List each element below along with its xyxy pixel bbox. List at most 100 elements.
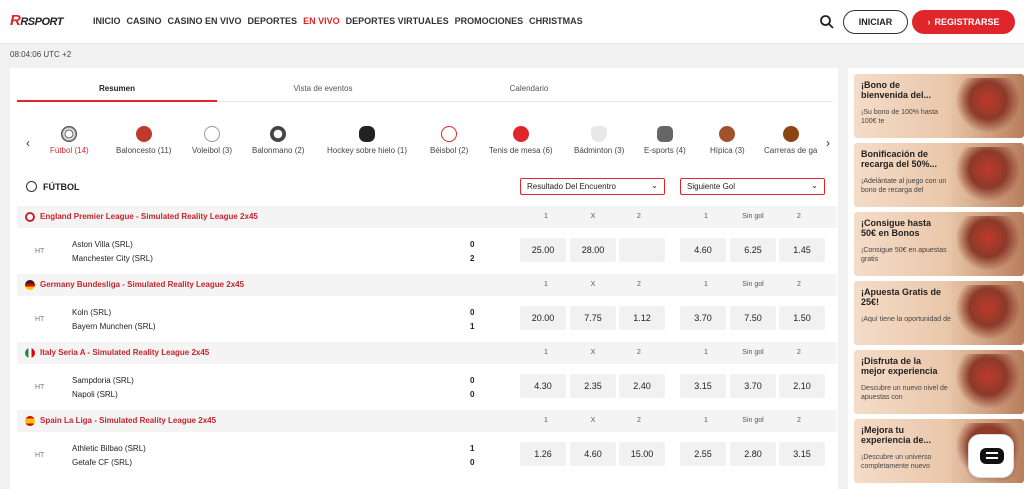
promo-card[interactable]: ¡Bono de bienvenida del... ¡Su bono de 10… [854, 74, 1024, 138]
promo-title: ¡Mejora tu experiencia de... [861, 425, 932, 445]
odd-button[interactable] [619, 238, 665, 262]
home-score: 0 [470, 240, 475, 249]
sport-badminton[interactable]: Bádminton (3) [574, 126, 624, 155]
odd-button[interactable]: 3.70 [730, 374, 776, 398]
register-label: REGISTRARSE [934, 17, 1000, 27]
sport-label: Béisbol (2) [430, 146, 469, 155]
match-row[interactable]: HT Sampdoria (SRL) Napoli (SRL) 0 0 4.30… [17, 366, 837, 412]
odd-button[interactable]: 3.70 [680, 306, 726, 330]
promo-image [956, 78, 1020, 134]
col-header: 2 [637, 281, 641, 288]
odd-button[interactable]: 1.26 [520, 442, 566, 466]
horse-racing-icon [719, 126, 736, 142]
col-header: 1 [544, 281, 548, 288]
sport-baloncesto[interactable]: Baloncesto (11) [116, 126, 171, 155]
chevron-down-icon: ⌄ [651, 181, 658, 190]
tab-calendario[interactable]: Calendario [429, 84, 629, 93]
login-button[interactable]: INICIAR [843, 10, 908, 34]
league-name: Spain La Liga - Simulated Reality League… [40, 416, 217, 425]
odd-button[interactable]: 20.00 [520, 306, 566, 330]
market-select-1[interactable]: Resultado Del Encuentro ⌄ [520, 178, 665, 195]
col-header: 1 [704, 417, 708, 424]
promo-image [956, 216, 1020, 272]
gamepad-icon [656, 126, 673, 142]
chevron-right-icon[interactable]: › [826, 136, 830, 150]
odd-button[interactable]: 28.00 [570, 238, 616, 262]
odd-button[interactable]: 6.25 [730, 238, 776, 262]
odd-button[interactable]: 2.55 [680, 442, 726, 466]
col-header: 2 [637, 349, 641, 356]
match-row[interactable]: HT Athletic Bilbao (SRL) Getafe CF (SRL)… [17, 434, 837, 480]
odd-button[interactable]: 4.30 [520, 374, 566, 398]
volleyball-icon [204, 126, 221, 142]
league-header[interactable]: Spain La Liga - Simulated Reality League… [17, 410, 837, 432]
promo-card[interactable]: ¡Disfruta de la mejor experiencia Descubr… [854, 350, 1024, 414]
sport-carreras-galgos[interactable]: Carreras de ga [764, 126, 817, 155]
col-header: 2 [637, 417, 641, 424]
odd-button[interactable]: 2.40 [619, 374, 665, 398]
nav-en-vivo[interactable]: EN VIVO [303, 16, 340, 26]
col-header: 1 [704, 349, 708, 356]
odd-button[interactable]: 2.35 [570, 374, 616, 398]
odd-button[interactable]: 7.75 [570, 306, 616, 330]
logo-mark: R [10, 12, 21, 29]
match-row[interactable]: HT Aston Villa (SRL) Manchester City (SR… [17, 230, 837, 276]
sport-beisbol[interactable]: Béisbol (2) [430, 126, 468, 155]
odd-button[interactable]: 1.50 [779, 306, 825, 330]
germany-flag-icon [25, 280, 35, 290]
odd-button[interactable]: 3.15 [779, 442, 825, 466]
register-button[interactable]: › REGISTRARSE [912, 10, 1015, 34]
league-header[interactable]: Germany Bundesliga - Simulated Reality L… [17, 274, 837, 296]
promo-card[interactable]: ¡Consigue hasta 50€ en Bonos ¡Consigue 50… [854, 212, 1024, 276]
hockey-puck-icon [359, 126, 376, 142]
sport-label: Baloncesto (11) [116, 146, 172, 155]
nav-christmas[interactable]: CHRISTMAS [529, 16, 583, 26]
match-row[interactable]: HT Koln (SRL) Bayern Munchen (SRL) 0 1 2… [17, 298, 837, 344]
promo-card[interactable]: Bonificación de recarga del 50%... ¡Adelá… [854, 143, 1024, 207]
league-name: England Premier League - Simulated Reali… [40, 212, 258, 221]
league-header[interactable]: Italy Seria A - Simulated Reality League… [17, 342, 837, 364]
tab-vista-eventos[interactable]: Vista de eventos [223, 84, 423, 93]
tab-resumen-label: Resumen [98, 84, 135, 93]
market-select-2[interactable]: Siguiente Gol ⌄ [680, 178, 825, 195]
odd-button[interactable]: 2.80 [730, 442, 776, 466]
nav-casino[interactable]: CASINO [127, 16, 162, 26]
sport-tenis-mesa[interactable]: Tenis de mesa (6) [489, 126, 553, 155]
chat-button[interactable] [968, 434, 1014, 478]
rsport-logo[interactable]: RRSPORT [10, 12, 64, 29]
odd-button[interactable]: 15.00 [619, 442, 665, 466]
odd-button[interactable]: 1.12 [619, 306, 665, 330]
search-icon[interactable] [819, 14, 835, 30]
sport-esports[interactable]: E-sports (4) [644, 126, 686, 155]
odd-button[interactable]: 7.50 [730, 306, 776, 330]
nav-inicio[interactable]: INICIO [93, 16, 121, 26]
odd-button[interactable]: 4.60 [680, 238, 726, 262]
shuttlecock-icon [591, 126, 608, 142]
chevron-left-icon[interactable]: ‹ [26, 136, 30, 150]
away-score: 0 [470, 458, 475, 467]
odd-button[interactable]: 2.10 [779, 374, 825, 398]
sport-futbol[interactable]: Fútbol (14) [50, 126, 89, 155]
col-header: 1 [544, 417, 548, 424]
league-header[interactable]: England Premier League - Simulated Reali… [17, 206, 837, 228]
table-tennis-icon [512, 126, 529, 142]
nav-deportes-virtuales[interactable]: DEPORTES VIRTUALES [346, 16, 449, 26]
sport-hipica[interactable]: Hípica (3) [710, 126, 745, 155]
sport-hockey[interactable]: Hockey sobre hielo (1) [327, 126, 407, 155]
col-header: X [590, 417, 596, 424]
col-header: 2 [797, 417, 801, 424]
tab-resumen[interactable]: Resumen [17, 84, 217, 93]
nav-promociones[interactable]: PROMOCIONES [455, 16, 524, 26]
sport-balonmano[interactable]: Balonmano (2) [252, 126, 304, 155]
sport-label: Hockey sobre hielo (1) [327, 146, 408, 155]
odd-button[interactable]: 4.60 [570, 442, 616, 466]
odd-button[interactable]: 1.45 [779, 238, 825, 262]
sport-voleibol[interactable]: Voleibol (3) [192, 126, 232, 155]
view-tabs: Resumen Vista de eventos Calendario [17, 78, 833, 102]
promo-title: ¡Disfruta de la mejor experiencia [861, 356, 938, 376]
odd-button[interactable]: 25.00 [520, 238, 566, 262]
promo-card[interactable]: ¡Apuesta Gratis de 25€! ¡Aquí tiene la op… [854, 281, 1024, 345]
nav-deportes[interactable]: DEPORTES [248, 16, 298, 26]
odd-button[interactable]: 3.15 [680, 374, 726, 398]
nav-casino-en-vivo[interactable]: CASINO EN VIVO [168, 16, 242, 26]
